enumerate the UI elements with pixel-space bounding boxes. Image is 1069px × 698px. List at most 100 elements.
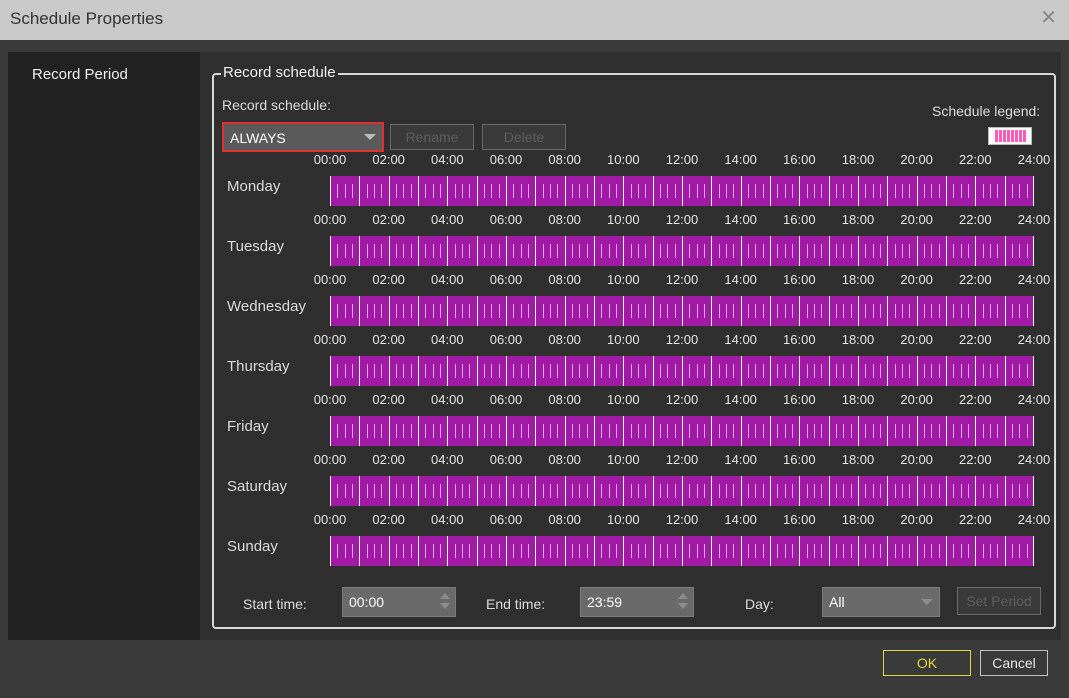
subhour-tick [1019, 244, 1021, 258]
subhour-tick [850, 424, 852, 438]
schedule-bar[interactable] [330, 356, 1034, 386]
subhour-tick [660, 544, 661, 558]
subhour-tick [924, 484, 925, 498]
subhour-tick [865, 544, 867, 558]
subhour-tick [960, 484, 962, 498]
schedule-bar[interactable] [330, 476, 1034, 506]
subhour-tick [880, 364, 881, 378]
delete-button[interactable]: Delete [482, 124, 566, 150]
subhour-tick [997, 544, 999, 558]
hour-tick-label: 00:00 [313, 392, 347, 407]
subhour-tick [645, 304, 647, 318]
day-row-monday: Monday 00:00 02:00 04:00 06:00 08:00 10:00 12:0… [200, 152, 1061, 212]
subhour-tick [748, 304, 749, 318]
hour-tick-label: 10:00 [607, 332, 640, 347]
subhour-tick [542, 424, 544, 438]
ok-button[interactable]: OK [883, 650, 971, 676]
subhour-tick [667, 244, 669, 258]
hour-divider [828, 476, 830, 506]
hour-divider [711, 536, 713, 566]
subhour-tick [660, 184, 661, 198]
subhour-tick [1019, 484, 1021, 498]
subhour-tick [997, 364, 999, 378]
hour-tick-label: 14:00 [724, 392, 757, 407]
hour-divider [711, 476, 713, 506]
subhour-tick [616, 484, 617, 498]
schedule-bar[interactable] [330, 536, 1034, 566]
spinner-icon[interactable] [439, 593, 451, 611]
hour-divider [887, 236, 889, 266]
hour-divider [1004, 176, 1006, 206]
hour-divider [799, 416, 801, 446]
hour-divider [564, 236, 566, 266]
subhour-tick [909, 544, 911, 558]
subhour-tick [696, 484, 698, 498]
subhour-tick [1012, 544, 1013, 558]
subhour-tick [462, 244, 463, 258]
subhour-tick [667, 184, 669, 198]
hour-tick-label: 06:00 [489, 212, 523, 227]
subhour-tick [762, 484, 764, 498]
subhour-tick [374, 424, 375, 438]
hour-divider [623, 476, 625, 506]
hour-tick-label: 08:00 [548, 212, 581, 227]
day-select[interactable]: All [822, 587, 940, 617]
subhour-tick [484, 544, 485, 558]
hour-tick-label: 24:00 [1017, 152, 1051, 167]
rename-button[interactable]: Rename [390, 124, 474, 150]
start-time-input[interactable]: 00:00 [342, 587, 456, 617]
subhour-tick [667, 304, 669, 318]
hour-divider [652, 356, 654, 386]
hour-tick-label: 02:00 [372, 212, 405, 227]
subhour-tick [814, 304, 815, 318]
subhour-tick [733, 244, 735, 258]
subhour-tick [755, 544, 757, 558]
hour-divider [535, 296, 537, 326]
subhour-tick [733, 424, 735, 438]
schedule-bar[interactable] [330, 416, 1034, 446]
subhour-tick [557, 424, 559, 438]
hour-divider [652, 476, 654, 506]
hour-tick-label: 18:00 [841, 392, 875, 407]
subhour-tick [696, 244, 698, 258]
subhour-tick [469, 544, 471, 558]
close-icon[interactable]: ✕ [1040, 8, 1057, 28]
hour-divider [858, 536, 859, 566]
sidebar-item-record-period[interactable]: Record Period [32, 66, 128, 83]
hour-divider [946, 236, 947, 266]
subhour-tick [880, 304, 881, 318]
schedule-bar[interactable] [330, 236, 1034, 266]
end-time-input[interactable]: 23:59 [580, 587, 694, 617]
hour-tick-label: 08:00 [548, 512, 581, 527]
set-period-button[interactable]: Set Period [957, 587, 1041, 615]
subhour-tick [491, 304, 493, 318]
subhour-tick [718, 544, 720, 558]
hour-divider [828, 176, 830, 206]
schedule-select[interactable]: ALWAYS [222, 122, 384, 152]
hour-divider [535, 356, 537, 386]
hour-divider [946, 536, 947, 566]
subhour-tick [777, 544, 779, 558]
hour-tick-label: 24:00 [1017, 392, 1051, 407]
subhour-tick [990, 184, 991, 198]
subhour-tick [990, 544, 991, 558]
subhour-tick [638, 544, 639, 558]
subhour-tick [645, 424, 647, 438]
schedule-bar[interactable] [330, 296, 1034, 326]
subhour-tick [990, 484, 991, 498]
subhour-tick [696, 544, 698, 558]
subhour-tick [726, 424, 727, 438]
subhour-tick [836, 244, 837, 258]
subhour-tick [403, 544, 405, 558]
cancel-button[interactable]: Cancel [980, 650, 1048, 676]
spinner-icon[interactable] [677, 593, 689, 611]
hour-divider [506, 476, 507, 506]
hour-divider [330, 416, 331, 446]
schedule-bar[interactable] [330, 176, 1034, 206]
subhour-tick [491, 424, 493, 438]
subhour-tick [784, 184, 786, 198]
subhour-tick [660, 244, 661, 258]
hour-divider [916, 476, 918, 506]
subhour-tick [366, 184, 368, 198]
subhour-tick [586, 184, 588, 198]
